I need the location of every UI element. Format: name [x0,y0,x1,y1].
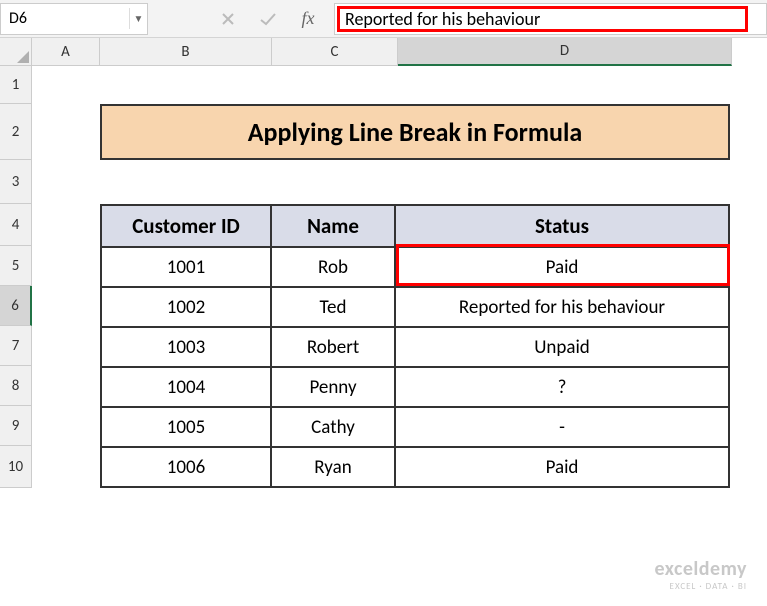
row-header-7[interactable]: 7 [0,326,32,366]
cell-name[interactable]: Rob [272,248,396,288]
cell-id[interactable]: 1005 [102,408,272,448]
formula-input[interactable]: Reported for his behaviour [334,3,767,35]
watermark-title: exceldemy [654,557,747,581]
row-header-5[interactable]: 5 [0,246,32,286]
cell-status[interactable]: - [396,408,728,448]
column-headers: A B C D [0,38,767,66]
header-customer-id[interactable]: Customer ID [102,206,272,248]
cell-status[interactable]: Reported for his behaviour [396,288,728,328]
col-header-A[interactable]: A [32,38,100,66]
name-box-dropdown[interactable]: ▼ [129,8,147,29]
row-header-2[interactable]: 2 [0,104,32,160]
row-headers: 12345678910 [0,66,32,488]
cell-status[interactable]: Paid [396,448,728,488]
cell-id[interactable]: 1002 [102,288,272,328]
cell-name[interactable]: Ted [272,288,396,328]
row-header-10[interactable]: 10 [0,446,32,488]
cell-name[interactable]: Robert [272,328,396,368]
cell-name[interactable]: Ryan [272,448,396,488]
title-banner: Applying Line Break in Formula [100,104,730,160]
cell-id[interactable]: 1001 [102,248,272,288]
row-header-8[interactable]: 8 [0,366,32,406]
table-row: 1002TedReported for his behaviour [102,288,728,328]
name-box-container[interactable]: D6 ▼ [0,3,148,35]
enter-icon[interactable] [248,5,288,33]
formula-text: Reported for his behaviour [345,8,540,30]
table-row: 1004Penny? [102,368,728,408]
table-row: 1006RyanPaid [102,448,728,488]
formula-bar-buttons: fx [208,5,328,33]
watermark: exceldemy EXCEL · DATA · BI [654,557,747,592]
row-header-6[interactable]: 6 [0,286,32,326]
cell-id[interactable]: 1006 [102,448,272,488]
cell-id[interactable]: 1004 [102,368,272,408]
row-header-4[interactable]: 4 [0,204,32,246]
row-header-1[interactable]: 1 [0,66,32,104]
cell-id[interactable]: 1003 [102,328,272,368]
cell-name[interactable]: Cathy [272,408,396,448]
table-row: 1001RobPaid [102,248,728,288]
col-header-D[interactable]: D [398,38,732,66]
table-row: 1005Cathy- [102,408,728,448]
row-header-3[interactable]: 3 [0,160,32,204]
watermark-subtitle: EXCEL · DATA · BI [654,581,747,592]
data-table: Customer ID Name Status 1001RobPaid1002T… [100,204,730,488]
select-all-corner[interactable] [0,38,32,66]
row-header-9[interactable]: 9 [0,406,32,446]
cell-status[interactable]: ? [396,368,728,408]
cancel-icon[interactable] [208,5,248,33]
fx-icon[interactable]: fx [288,5,328,33]
table-row: 1003RobertUnpaid [102,328,728,368]
cell-status[interactable]: Unpaid [396,328,728,368]
cell-status[interactable]: Paid [396,248,728,288]
cells-area[interactable]: Applying Line Break in Formula Customer … [32,66,730,488]
header-name[interactable]: Name [272,206,396,248]
spreadsheet-grid: A B C D 12345678910 Applying Line Break … [0,38,767,66]
formula-bar: D6 ▼ fx Reported for his behaviour [0,0,767,38]
header-status[interactable]: Status [396,206,728,248]
col-header-C[interactable]: C [272,38,398,66]
cell-name[interactable]: Penny [272,368,396,408]
col-header-B[interactable]: B [100,38,272,66]
name-box[interactable]: D6 [1,9,129,28]
